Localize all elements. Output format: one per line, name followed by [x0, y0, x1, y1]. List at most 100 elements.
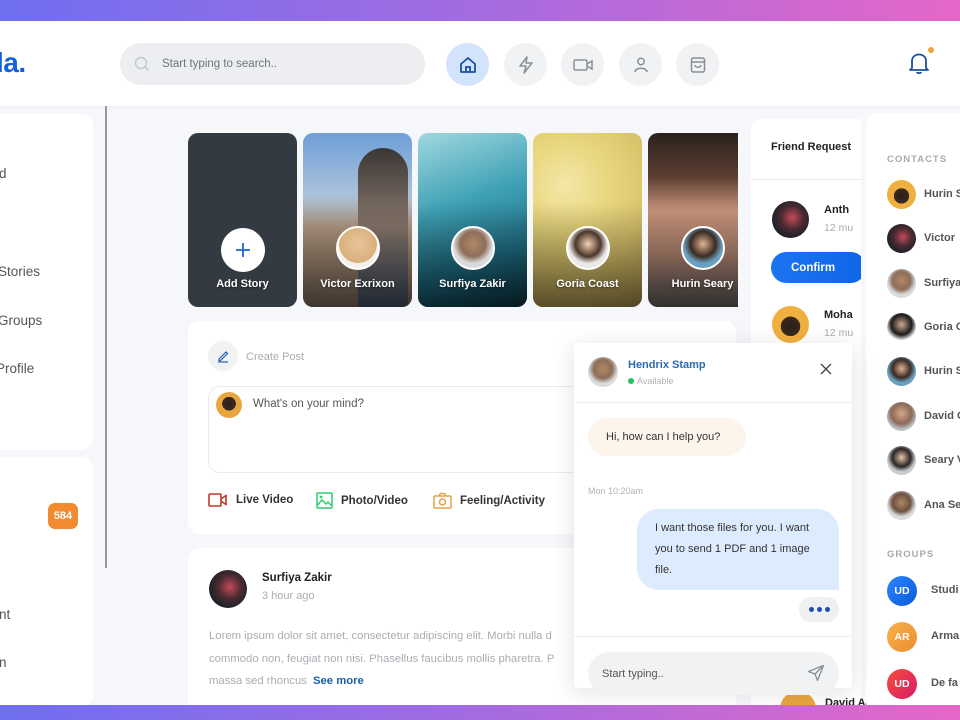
- group-name[interactable]: Arma: [931, 630, 959, 642]
- edit-button[interactable]: [208, 341, 238, 371]
- nav-profile-button[interactable]: [619, 43, 662, 86]
- search-bar[interactable]: [120, 43, 425, 85]
- chat-window: Hendrix Stamp Available Hi, how can I he…: [574, 343, 852, 695]
- request-time: 12 mu: [824, 327, 854, 339]
- story-avatar: [681, 226, 725, 270]
- count-badge: 584: [48, 503, 78, 529]
- create-post-title: Create Post: [246, 351, 305, 363]
- request-avatar[interactable]: [772, 306, 809, 343]
- photo-video-button[interactable]: Photo/Video: [316, 492, 408, 509]
- contact-name[interactable]: Seary V: [924, 454, 960, 466]
- chat-message-input[interactable]: [602, 667, 792, 680]
- bell-icon[interactable]: [906, 50, 932, 76]
- user-avatar: [216, 392, 242, 418]
- photo-video-label: Photo/Video: [341, 494, 408, 507]
- close-icon[interactable]: [818, 361, 834, 377]
- search-input[interactable]: [162, 58, 402, 70]
- sidebar-item-groups[interactable]: Groups: [0, 313, 42, 328]
- notification-dot: [928, 47, 934, 53]
- contact-avatar[interactable]: [887, 224, 916, 253]
- chat-input-bar[interactable]: [588, 652, 839, 695]
- contact-name[interactable]: Hurin S: [924, 188, 960, 200]
- contact-name[interactable]: Goria C: [924, 321, 960, 333]
- story-card[interactable]: Hurin Seary: [648, 133, 738, 307]
- contact-avatar[interactable]: [887, 313, 916, 342]
- contact-name[interactable]: David C: [924, 410, 960, 422]
- add-story-button[interactable]: [221, 228, 265, 272]
- post-time: 3 hour ago: [262, 590, 315, 602]
- story-card[interactable]: Victor Exrixon: [303, 133, 412, 307]
- request-name[interactable]: Moha: [824, 309, 853, 321]
- divider: [105, 106, 107, 568]
- nav-shop-button[interactable]: [676, 43, 719, 86]
- chat-contact-name[interactable]: Hendrix Stamp: [628, 359, 706, 371]
- user-icon: [633, 57, 648, 72]
- nav-home-button[interactable]: [446, 43, 489, 86]
- video-camera-icon: [208, 493, 227, 507]
- feeling-activity-button[interactable]: Feeling/Activity: [433, 492, 545, 509]
- sidebar-item-secondary-2[interactable]: nt: [0, 607, 10, 622]
- story-name: Add Story: [216, 278, 269, 290]
- sidebar-item-stories[interactable]: Stories: [0, 264, 40, 279]
- contact-name[interactable]: Victor: [924, 232, 955, 244]
- image-icon: [316, 492, 333, 509]
- shopping-bag-icon: [690, 56, 705, 73]
- contact-avatar[interactable]: [887, 180, 916, 209]
- contact-avatar[interactable]: [887, 491, 916, 520]
- sidebar-item-secondary-3[interactable]: n: [0, 655, 7, 670]
- post-author[interactable]: Surfiya Zakir: [262, 572, 332, 584]
- incoming-message: Hi, how can I help you?: [588, 418, 746, 456]
- group-name[interactable]: De fa: [931, 677, 958, 689]
- logo[interactable]: la.: [0, 47, 26, 79]
- story-avatar: [336, 226, 380, 270]
- author-avatar[interactable]: [209, 570, 247, 608]
- nav-video-button[interactable]: [561, 43, 604, 86]
- left-nav-card: [0, 114, 93, 450]
- divider: [751, 179, 861, 180]
- story-card[interactable]: Goria Coast: [533, 133, 642, 307]
- top-header: la.: [0, 21, 960, 106]
- nav-activity-button[interactable]: [504, 43, 547, 86]
- sidebar-item-profile[interactable]: Profile: [0, 361, 34, 376]
- chat-status: Available: [628, 376, 673, 386]
- app-window: la. d Stories Groups Profile 584 nt n: [0, 21, 960, 705]
- online-dot: [628, 378, 634, 384]
- contact-name[interactable]: Hurin S: [924, 365, 960, 377]
- contact-avatar[interactable]: [887, 402, 916, 431]
- story-name: Hurin Seary: [671, 278, 734, 290]
- typing-indicator: [799, 597, 839, 622]
- pencil-icon: [218, 351, 229, 363]
- send-icon[interactable]: [807, 664, 825, 682]
- group-avatar[interactable]: UD: [887, 576, 917, 606]
- composer-placeholder[interactable]: What's on your mind?: [253, 398, 364, 410]
- camera-icon: [433, 492, 452, 509]
- sidebar-item-feed[interactable]: d: [0, 166, 7, 181]
- contact-name[interactable]: Surfiya: [924, 277, 960, 289]
- request-name[interactable]: Anth: [824, 204, 849, 216]
- contact-name[interactable]: Ana Se: [924, 499, 960, 511]
- group-avatar[interactable]: UD: [887, 669, 917, 699]
- left-secondary-card: [0, 457, 93, 705]
- contact-avatar[interactable]: [887, 446, 916, 475]
- search-icon: [134, 56, 149, 71]
- live-video-label: Live Video: [236, 494, 294, 506]
- story-name: Victor Exrixon: [320, 278, 395, 290]
- story-avatar: [566, 226, 610, 270]
- group-avatar[interactable]: AR: [887, 622, 917, 652]
- contact-avatar[interactable]: [887, 269, 916, 298]
- group-name[interactable]: Studi: [931, 584, 959, 596]
- post-text: Lorem ipsum dolor sit amet, consectetur …: [209, 630, 555, 687]
- outgoing-message: I want those files for you. I want you t…: [637, 509, 839, 590]
- post-body: Lorem ipsum dolor sit amet, consectetur …: [209, 625, 589, 693]
- confirm-button[interactable]: Confirm: [771, 252, 861, 283]
- add-story-card[interactable]: Add Story: [188, 133, 297, 307]
- see-more-link[interactable]: See more: [313, 675, 364, 687]
- contacts-card: CONTACTS Hurin S Victor Surfiya Goria C …: [866, 113, 960, 705]
- groups-label: GROUPS: [887, 549, 935, 560]
- request-avatar[interactable]: [772, 201, 809, 238]
- live-video-button[interactable]: Live Video: [208, 492, 293, 508]
- contact-avatar[interactable]: [887, 357, 916, 386]
- story-name: Surfiya Zakir: [439, 278, 506, 290]
- story-card[interactable]: Surfiya Zakir: [418, 133, 527, 307]
- divider: [574, 636, 852, 637]
